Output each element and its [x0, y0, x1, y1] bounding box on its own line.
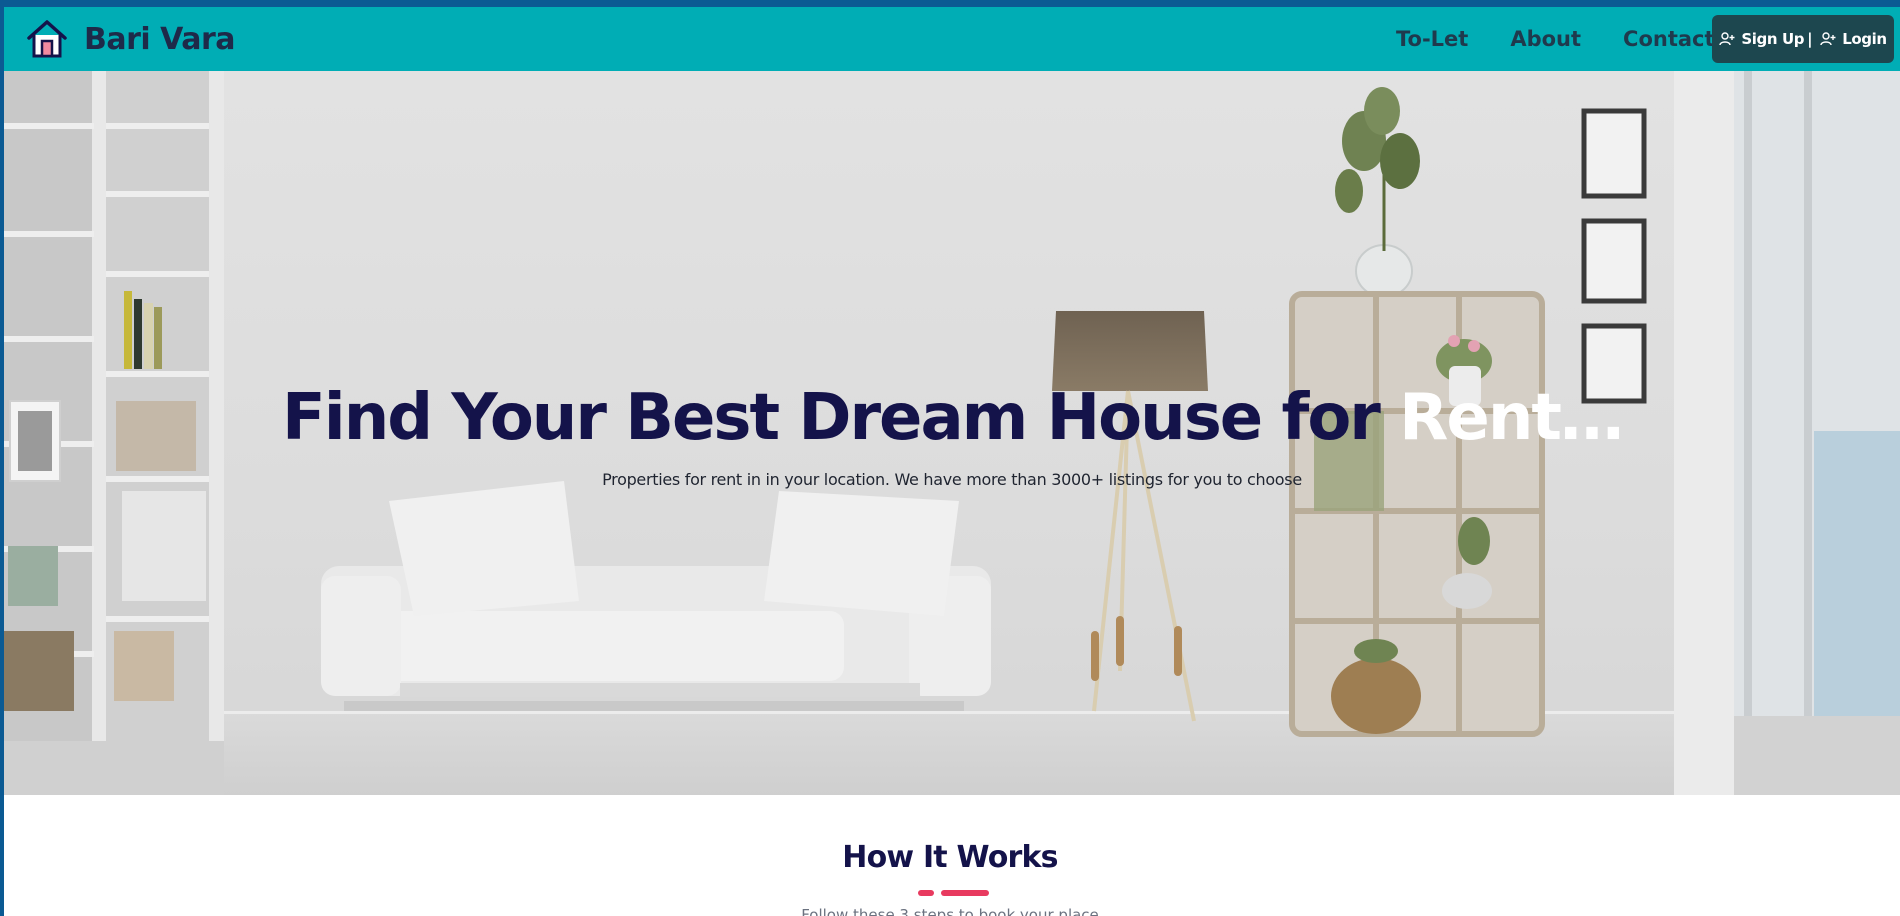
window-top-strip	[0, 0, 1900, 7]
window-left-edge	[0, 0, 4, 916]
hero-title: Find Your Best Dream House for Rent…	[4, 381, 1900, 455]
page: Bari Vara To-Let About Contact Sign Up |	[0, 0, 1900, 916]
user-plus-icon	[1719, 32, 1735, 46]
navbar: Bari Vara To-Let About Contact Sign Up |	[0, 7, 1900, 71]
brand[interactable]: Bari Vara	[26, 18, 236, 60]
hero-subtitle: Properties for rent in in your location.…	[602, 470, 1302, 489]
user-plus-icon	[1820, 32, 1836, 46]
hero-banner: Find Your Best Dream House for Rent… Pro…	[4, 71, 1900, 795]
nav-link-contact[interactable]: Contact	[1623, 27, 1715, 51]
login-label: Login	[1842, 30, 1887, 48]
how-it-works-subtitle: Follow these 3 steps to book your place	[801, 906, 1099, 916]
hero-title-main: Find Your Best Dream House for	[282, 381, 1400, 455]
hero-title-accent: Rent…	[1399, 381, 1624, 455]
nav-link-to-let[interactable]: To-Let	[1396, 27, 1468, 51]
auth-button-group: Sign Up | Login	[1712, 15, 1894, 63]
login-button[interactable]: Login	[1820, 30, 1887, 48]
house-icon	[26, 18, 68, 60]
how-it-works-title: How It Works	[842, 840, 1058, 875]
nav-link-about[interactable]: About	[1510, 27, 1581, 51]
nav-links: To-Let About Contact	[1396, 7, 1757, 71]
auth-separator: |	[1807, 30, 1813, 48]
title-underline-long	[941, 890, 989, 896]
signup-button[interactable]: Sign Up	[1719, 30, 1804, 48]
signup-label: Sign Up	[1741, 30, 1805, 48]
title-underline-short	[918, 890, 934, 896]
brand-name: Bari Vara	[84, 21, 236, 57]
